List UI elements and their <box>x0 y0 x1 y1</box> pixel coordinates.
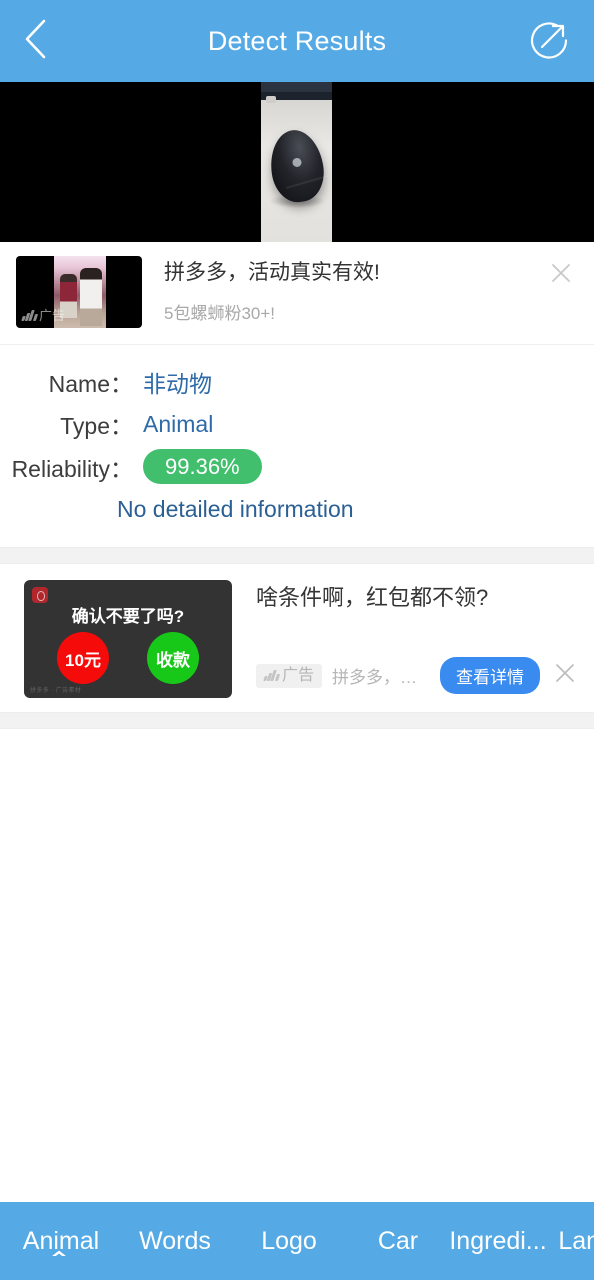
close-icon <box>548 260 574 291</box>
result-value-type: Animal <box>143 410 214 437</box>
tab-landmark[interactable]: LandM... <box>552 1227 594 1256</box>
view-details-button[interactable]: 查看详情 <box>440 657 540 695</box>
ad-top-thumbnail[interactable]: 广告 <box>16 256 142 328</box>
tab-words-label: Words <box>139 1226 211 1255</box>
tab-animal-label: Animal <box>22 1226 100 1255</box>
ad-bottom-badge-label: 广告 <box>282 667 315 684</box>
tab-logo-label: Logo <box>261 1226 317 1255</box>
category-tabbar: Animal Words Logo Car Ingredi... LandM..… <box>0 1202 594 1280</box>
tab-landmark-label: LandM... <box>558 1226 594 1255</box>
result-label-type: Type： <box>60 413 133 439</box>
ad-banner-top[interactable]: 广告 拼多多，活动真实有效! 5包螺蛳粉30+! <box>0 242 594 345</box>
brand-logo-icon <box>32 587 48 604</box>
detection-result-panel: Name： 非动物 Type： Animal Reliability： 99.3… <box>0 345 594 548</box>
tab-car[interactable]: Car <box>352 1227 444 1256</box>
ad-bottom-title: 啥条件啊，红包都不领? <box>256 585 489 611</box>
ad-top-watermark: 广告 <box>21 308 66 323</box>
result-row-reliability: Reliability： 99.36% <box>0 449 594 485</box>
chevron-left-icon <box>22 18 48 65</box>
ad-bottom-footer: 广告 拼多多，活... 查看详情 <box>256 657 580 698</box>
ad-top-subtitle: 5包螺蛳粉30+! <box>164 304 276 324</box>
no-detailed-information-link[interactable]: No detailed information <box>117 496 354 522</box>
result-value-name: 非动物 <box>143 371 212 397</box>
photo-content <box>261 82 332 242</box>
ad-top-title: 拼多多，活动真实有效! <box>164 261 380 284</box>
ad-bottom-close-button[interactable] <box>550 661 580 691</box>
reliability-badge: 99.36% <box>143 449 262 485</box>
detected-photo[interactable] <box>0 82 594 242</box>
ad-bottom-thumb-buttons: 10元 收款 <box>24 632 232 685</box>
ad-bars-icon <box>21 310 38 321</box>
share-icon <box>526 16 572 67</box>
tab-animal[interactable]: Animal <box>8 1227 114 1256</box>
ad-bottom-badge: 广告 <box>256 664 323 688</box>
ad-thumb-collect-button: 收款 <box>147 632 199 685</box>
result-label-name: Name： <box>48 371 133 397</box>
ad-bars-icon <box>263 670 280 682</box>
ad-bottom-thumb-headline: 确认不要了吗? <box>71 607 185 627</box>
share-button[interactable] <box>526 18 572 64</box>
tab-words[interactable]: Words <box>120 1227 230 1256</box>
ad-top-text: 拼多多，活动真实有效! 5包螺蛳粉30+! <box>142 256 544 324</box>
empty-content-area <box>0 729 594 1210</box>
page-title: Detect Results <box>207 25 387 56</box>
result-row-name: Name： 非动物 <box>0 365 594 399</box>
ad-bottom-content: 啥条件啊，红包都不领? 广告 拼多多，活... 查看详情 <box>232 580 594 698</box>
result-label-reliability: Reliability： <box>11 455 133 482</box>
ad-bottom-brand: 拼多多，活... <box>332 668 430 688</box>
ad-banner-bottom[interactable]: 确认不要了吗? 10元 收款 拼多多 · 广告素材 啥条件啊，红包都不领? 广告… <box>0 564 594 713</box>
tab-ingredient-label: Ingredi... <box>449 1226 547 1255</box>
close-icon <box>553 661 577 690</box>
desk-object <box>266 96 276 103</box>
ad-bottom-thumbnail[interactable]: 确认不要了吗? 10元 收款 拼多多 · 广告素材 <box>24 580 232 699</box>
section-divider-bottom <box>0 712 594 730</box>
ad-top-watermark-label: 广告 <box>39 308 66 323</box>
tab-car-label: Car <box>377 1226 419 1255</box>
back-button[interactable] <box>22 19 66 63</box>
result-row-type: Type： Animal <box>0 407 594 441</box>
tab-ingredient[interactable]: Ingredi... <box>444 1227 552 1256</box>
ad-bottom-thumb-watermark: 拼多多 · 广告素材 <box>30 688 82 695</box>
app-header: Detect Results <box>0 0 594 82</box>
ad-top-close-button[interactable] <box>544 258 578 292</box>
section-divider-top <box>0 547 594 565</box>
tab-logo[interactable]: Logo <box>236 1227 342 1256</box>
ad-thumb-amount-button: 10元 <box>57 632 109 685</box>
